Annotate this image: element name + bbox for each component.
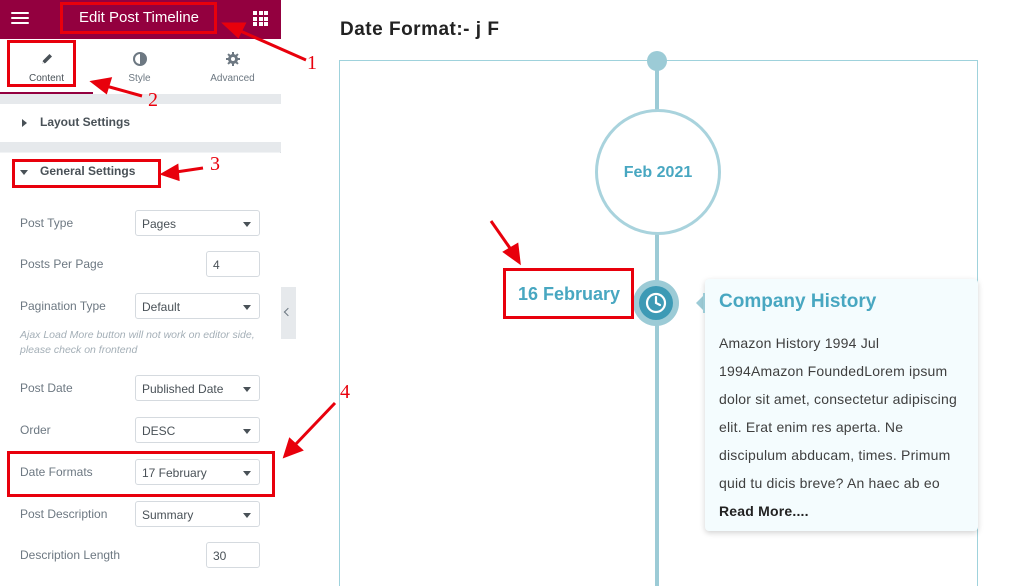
annotation-number-2: 2 [148,89,158,111]
annotation-number-4: 4 [340,381,350,403]
annotation-number-1: 1 [307,52,317,74]
annotation-arrows [89,22,521,459]
annotation-number-3: 3 [210,153,220,175]
